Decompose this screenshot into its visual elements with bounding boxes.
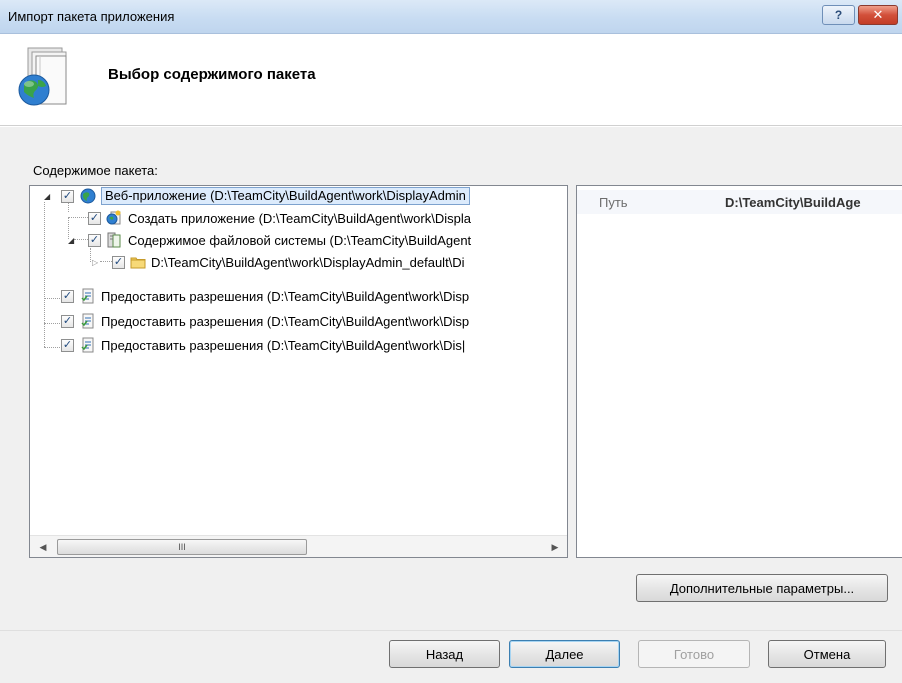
- finish-button[interactable]: Готово: [638, 640, 750, 668]
- tree-node-label: Создать приложение (D:\TeamCity\BuildAge…: [128, 211, 471, 226]
- checkbox-folder[interactable]: ✓: [112, 256, 125, 269]
- tree-node-label: Веб-приложение (D:\TeamCity\BuildAgent\w…: [101, 187, 470, 205]
- tree-node-web-app[interactable]: ◢ ✓ Веб-приложение (D:\TeamCity\BuildAge…: [30, 187, 567, 209]
- help-button[interactable]: ?: [822, 5, 855, 25]
- content-area: Содержимое пакета: ◢ ✓ Веб-приложение (D…: [0, 127, 902, 630]
- wizard-footer: Назад Далее Готово Отмена: [0, 630, 902, 683]
- property-row[interactable]: Путь D:\TeamCity\BuildAge: [577, 190, 902, 214]
- grip-icon: III: [178, 542, 186, 552]
- scroll-left-arrow-icon[interactable]: ◀: [36, 540, 50, 554]
- checkbox-filesystem[interactable]: ✓: [88, 234, 101, 247]
- properties-panel: Путь D:\TeamCity\BuildAge: [576, 185, 902, 558]
- package-contents-label: Содержимое пакета:: [33, 163, 158, 178]
- checkbox-permissions[interactable]: ✓: [61, 339, 74, 352]
- tree-node-permissions[interactable]: ✓ Предоставить разрешения (D:\TeamCity\B…: [30, 275, 567, 304]
- collapse-arrow-icon[interactable]: ◢: [44, 192, 53, 201]
- checkbox-create-app[interactable]: ✓: [88, 212, 101, 225]
- close-button[interactable]: ✕: [858, 5, 898, 25]
- checkbox-web-app[interactable]: ✓: [61, 190, 74, 203]
- expand-arrow-icon[interactable]: ▷: [92, 258, 101, 267]
- collapse-arrow-icon[interactable]: ◢: [68, 236, 77, 245]
- advanced-settings-button[interactable]: Дополнительные параметры...: [636, 574, 888, 602]
- tree-viewport: ◢ ✓ Веб-приложение (D:\TeamCity\BuildAge…: [30, 186, 567, 535]
- permissions-icon: [81, 337, 94, 353]
- tree-node-permissions[interactable]: ✓ Предоставить разрешения (D:\TeamCity\B…: [30, 324, 567, 353]
- help-icon: ?: [834, 8, 843, 22]
- package-contents-tree[interactable]: ◢ ✓ Веб-приложение (D:\TeamCity\BuildAge…: [29, 185, 568, 558]
- close-icon: ✕: [872, 7, 884, 22]
- back-button[interactable]: Назад: [389, 640, 500, 668]
- tree-node-label: Предоставить разрешения (D:\TeamCity\Bui…: [101, 338, 466, 353]
- window-title: Импорт пакета приложения: [8, 9, 175, 24]
- tree-node-folder[interactable]: ▷ ✓ D:\TeamCity\BuildAgent\work\DisplayA…: [30, 253, 567, 275]
- package-globe-icon: [18, 47, 67, 106]
- globe-icon: [80, 188, 96, 204]
- tree-connector: [44, 347, 60, 348]
- scroll-right-arrow-icon[interactable]: ▶: [548, 540, 562, 554]
- tree-connector: [44, 298, 60, 299]
- property-name: Путь: [599, 195, 628, 210]
- create-app-icon: [106, 210, 121, 225]
- tree-node-create-app[interactable]: ✓ Создать приложение (D:\TeamCity\BuildA…: [30, 209, 567, 231]
- property-value: D:\TeamCity\BuildAge: [725, 195, 861, 210]
- cancel-button[interactable]: Отмена: [768, 640, 886, 668]
- filesystem-icon: [107, 232, 121, 248]
- next-button[interactable]: Далее: [509, 640, 620, 668]
- folder-icon: [130, 257, 146, 269]
- tree-node-label: D:\TeamCity\BuildAgent\work\DisplayAdmin…: [151, 255, 465, 270]
- tree-node-filesystem[interactable]: ◢ ✓ Содержимое файловой системы (D:\Team…: [30, 231, 567, 253]
- title-bar: Импорт пакета приложения ? ✕: [0, 0, 902, 34]
- tree-node-permissions[interactable]: ✓ Предоставить разрешения (D:\TeamCity\B…: [30, 300, 567, 329]
- scrollbar-thumb[interactable]: III: [57, 539, 307, 555]
- wizard-header: Выбор содержимого пакета: [0, 34, 902, 126]
- page-title: Выбор содержимого пакета: [108, 66, 316, 83]
- horizontal-scrollbar[interactable]: ◀ III ▶: [30, 535, 567, 557]
- tree-node-label: Содержимое файловой системы (D:\TeamCity…: [128, 233, 472, 248]
